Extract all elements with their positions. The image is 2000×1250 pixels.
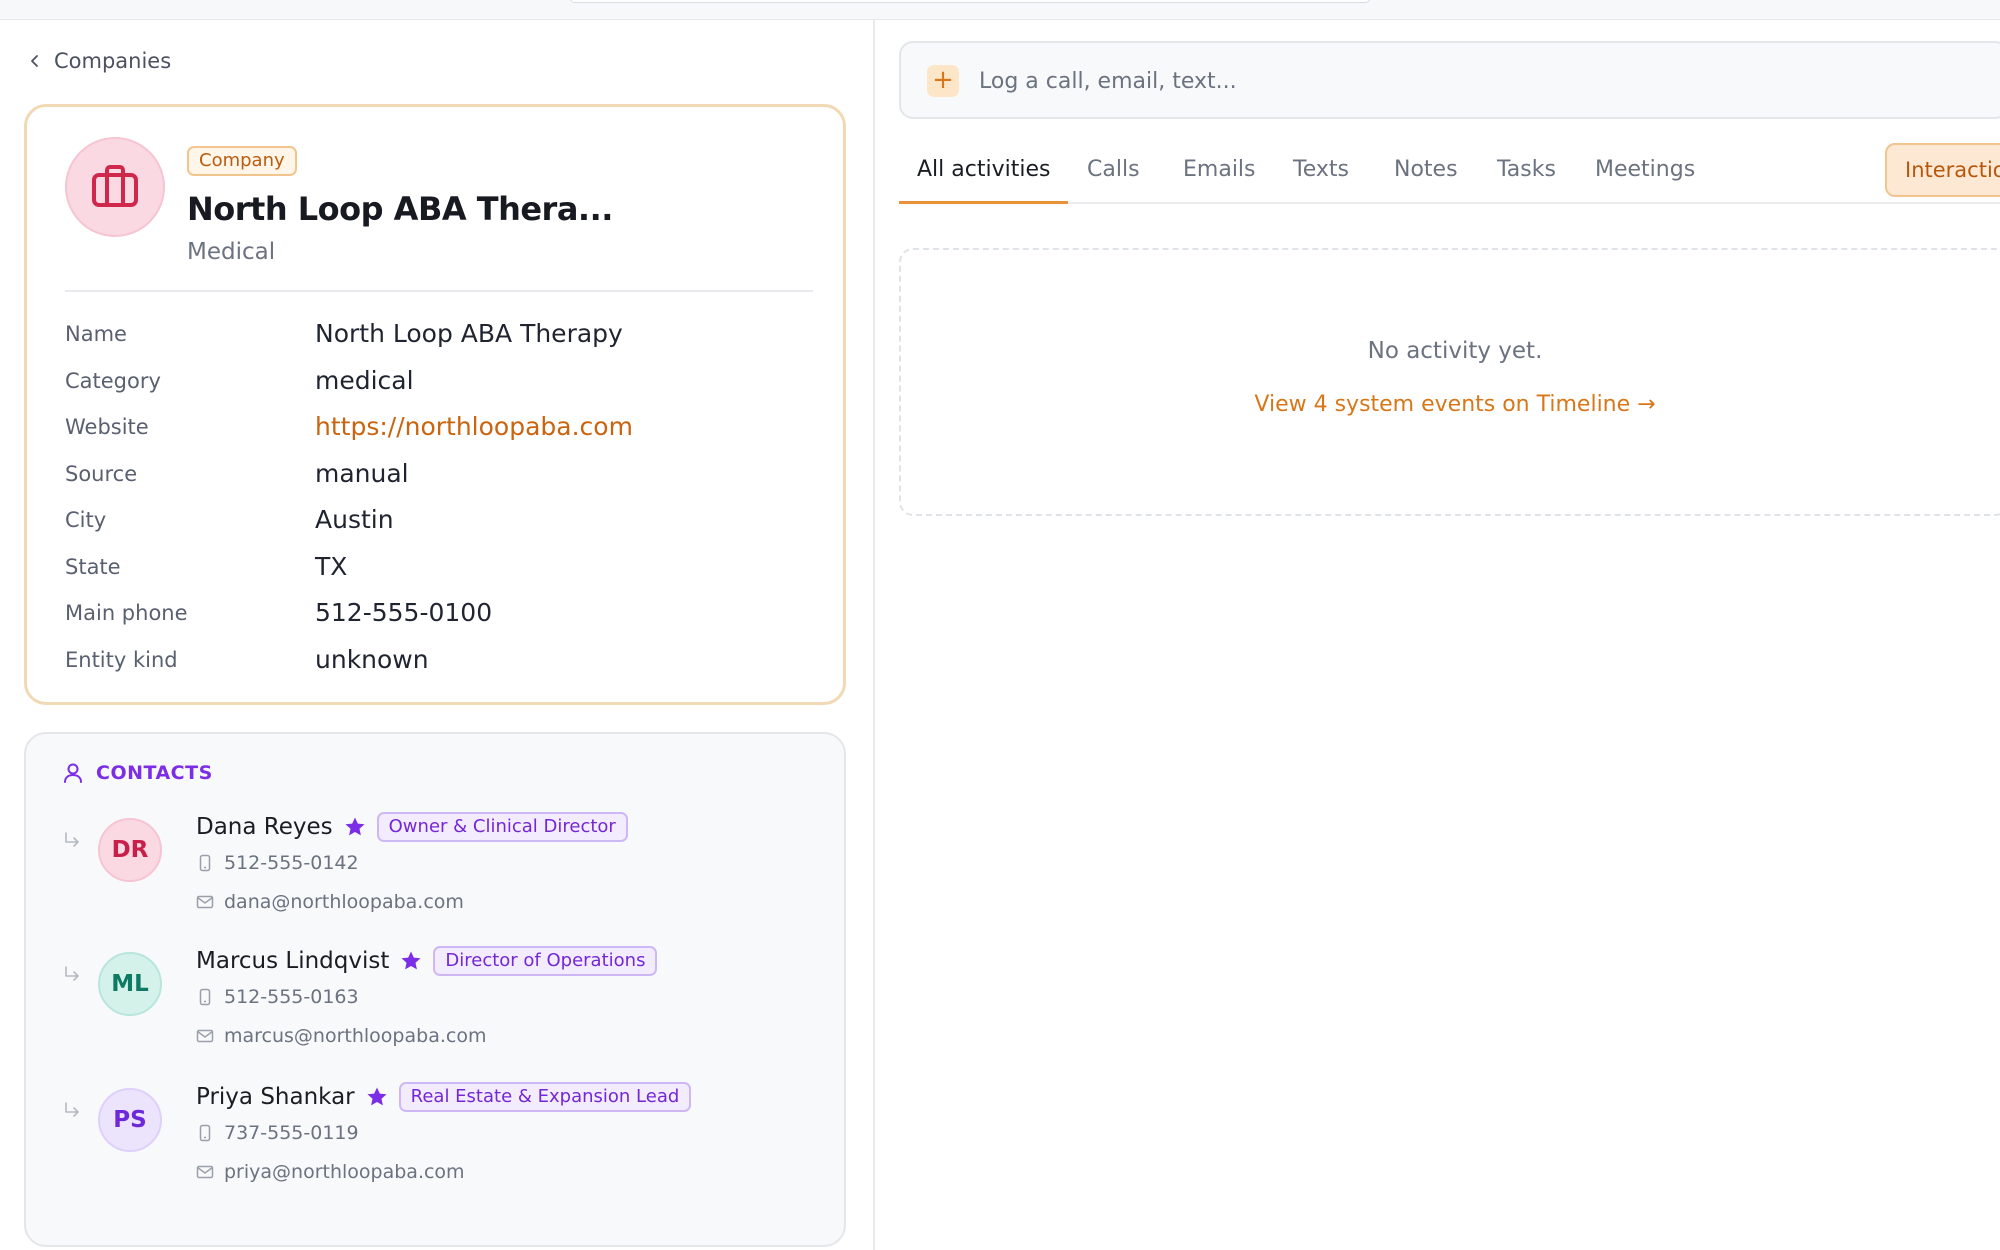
field-row-state: State TX (65, 547, 825, 594)
contact-phone-text: 512-555-0163 (224, 986, 359, 1008)
briefcase-icon (92, 165, 138, 207)
contact-email[interactable]: priya@northloopaba.com (196, 1161, 465, 1183)
top-bar (0, 0, 2000, 20)
field-row-category: Category medical (65, 361, 825, 408)
contact-email[interactable]: marcus@northloopaba.com (196, 1025, 486, 1047)
contact-name-line: Dana Reyes Owner & Clinical Director (196, 810, 628, 844)
tab-notes[interactable]: Notes (1376, 150, 1476, 204)
back-label: Companies (54, 49, 172, 73)
user-icon (64, 763, 82, 783)
contact-phone[interactable]: 512-555-0163 (196, 986, 359, 1008)
field-label: Website (65, 415, 149, 439)
phone-icon (199, 988, 211, 1006)
company-detail-panel: Companies Company North Loop ABA Thera..… (0, 20, 875, 1250)
log-activity-input[interactable] (979, 61, 1959, 101)
field-row-entity-kind: Entity kind unknown (65, 640, 825, 687)
company-fields: Name North Loop ABA Therapy Category med… (65, 314, 825, 686)
contacts-card: CONTACTS DR Dana Reyes Owner & Clinical … (24, 732, 846, 1247)
company-category-subtitle: Medical (187, 239, 276, 265)
global-search-input[interactable] (570, 0, 1370, 3)
tab-calls[interactable]: Calls (1069, 150, 1158, 204)
field-value-entity-kind[interactable]: unknown (315, 645, 429, 674)
tab-texts[interactable]: Texts (1275, 150, 1367, 204)
corner-down-right-icon (62, 1100, 82, 1120)
field-row-name: Name North Loop ABA Therapy (65, 314, 825, 361)
corner-down-right-icon (62, 830, 82, 850)
contact-email-text: marcus@northloopaba.com (224, 1025, 487, 1047)
field-value-source[interactable]: manual (315, 459, 409, 488)
field-value-city[interactable]: Austin (315, 505, 394, 534)
website-link[interactable]: https://northloopaba.com (315, 412, 633, 441)
empty-state-text: No activity yet. (1367, 338, 1543, 364)
contacts-header: CONTACTS (62, 762, 213, 784)
field-row-source: Source manual (65, 454, 825, 501)
star-icon[interactable] (343, 815, 367, 839)
field-row-website: Website https://northloopaba.com (65, 407, 825, 454)
role-badge: Director of Operations (433, 946, 658, 976)
mail-icon (196, 895, 214, 909)
avatar: DR (98, 818, 162, 882)
plus-icon[interactable]: + (927, 65, 959, 97)
contact-item[interactable]: PS Priya Shankar Real Estate & Expansion… (62, 1080, 822, 1205)
field-row-city: City Austin (65, 500, 825, 547)
contact-item[interactable]: ML Marcus Lindqvist Director of Operatio… (62, 944, 822, 1069)
divider (65, 290, 813, 292)
company-avatar (65, 137, 165, 237)
field-label: Source (65, 461, 138, 486)
tab-meetings[interactable]: Meetings (1577, 150, 1713, 204)
contact-email[interactable]: dana@northloopaba.com (196, 891, 464, 913)
contact-name[interactable]: Marcus Lindqvist (196, 948, 389, 974)
contact-name-line: Priya Shankar Real Estate & Expansion Le… (196, 1080, 692, 1114)
contacts-title: CONTACTS (96, 762, 213, 784)
contact-item[interactable]: DR Dana Reyes Owner & Clinical Director … (62, 810, 822, 935)
chevron-left-icon (31, 55, 38, 67)
field-label: Category (65, 368, 161, 393)
contact-phone[interactable]: 737-555-0119 (196, 1122, 359, 1144)
field-label: Entity kind (65, 647, 178, 672)
role-badge: Real Estate & Expansion Lead (398, 1082, 692, 1112)
star-icon[interactable] (399, 949, 423, 973)
field-label: City (65, 508, 107, 532)
contact-phone-text: 737-555-0119 (224, 1122, 359, 1144)
company-type-badge: Company (187, 146, 297, 176)
tab-emails[interactable]: Emails (1165, 150, 1274, 204)
field-label: Name (65, 322, 127, 346)
field-label: Main phone (65, 601, 188, 625)
contact-name[interactable]: Dana Reyes (196, 814, 333, 840)
company-card: Company North Loop ABA Thera... Medical … (24, 104, 846, 705)
tab-interactions[interactable]: Interactions (1885, 143, 2000, 197)
contact-name-line: Marcus Lindqvist Director of Operations (196, 944, 658, 978)
tab-tasks[interactable]: Tasks (1479, 150, 1574, 204)
field-label: State (65, 554, 121, 579)
activity-tabs: All activities Calls Emails Texts Notes … (899, 150, 2000, 204)
phone-icon (199, 854, 211, 872)
activity-empty-state: No activity yet. View 4 system events on… (899, 248, 2000, 516)
activity-panel: + All activities Calls Emails Texts Note… (877, 20, 2000, 1250)
mail-icon (196, 1165, 214, 1179)
contact-name[interactable]: Priya Shankar (196, 1084, 355, 1110)
corner-down-right-icon (62, 964, 82, 984)
timeline-link[interactable]: View 4 system events on Timeline → (901, 392, 2000, 417)
phone-icon (199, 1124, 211, 1142)
field-value-name[interactable]: North Loop ABA Therapy (315, 319, 623, 348)
mail-icon (196, 1029, 214, 1043)
field-value-state[interactable]: TX (315, 552, 347, 581)
field-value-main-phone[interactable]: 512-555-0100 (315, 598, 492, 627)
contact-email-text: priya@northloopaba.com (224, 1161, 465, 1183)
star-icon[interactable] (365, 1085, 389, 1109)
avatar: PS (98, 1088, 162, 1152)
company-title: North Loop ABA Thera... (187, 190, 613, 228)
field-value-category[interactable]: medical (315, 366, 414, 395)
field-row-main-phone: Main phone 512-555-0100 (65, 593, 825, 640)
contact-phone[interactable]: 512-555-0142 (196, 852, 359, 874)
role-badge: Owner & Clinical Director (376, 812, 628, 842)
contact-email-text: dana@northloopaba.com (224, 891, 464, 913)
contact-phone-text: 512-555-0142 (224, 852, 359, 874)
log-activity-bar[interactable]: + (899, 41, 2000, 119)
avatar: ML (98, 952, 162, 1016)
tab-all-activities[interactable]: All activities (899, 150, 1069, 204)
back-to-companies-link[interactable]: Companies (28, 46, 171, 76)
